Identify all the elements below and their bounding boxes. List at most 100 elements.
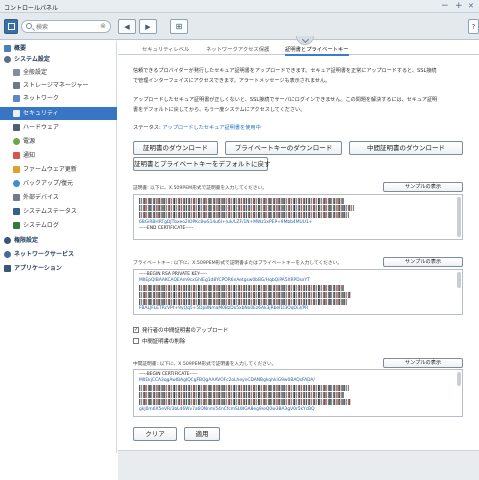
checkbox-unchecked-icon[interactable] — [133, 338, 139, 344]
storage-icon — [13, 82, 20, 89]
sidebar-item-power[interactable]: 電源 — [0, 135, 117, 148]
checkbox-checked-icon[interactable]: ✓ — [133, 327, 139, 333]
apply-button[interactable]: 適用 — [184, 427, 220, 441]
redacted-text — [139, 392, 344, 398]
tab-network-access-protection[interactable]: ネットワークアクセス保護 — [206, 45, 269, 53]
sidebar-item-label: 電源 — [23, 138, 36, 145]
sidebar-item-storage-manager[interactable]: ストレージマネージャー — [0, 79, 117, 92]
forward-button[interactable]: ▶ — [139, 19, 157, 34]
private-key-last-line: FBALJFLETRcVPt+9yQq5+5Dp8NmaM0BzDx5xbNo0… — [139, 306, 309, 311]
certificate-label: 証明書: 以下に、X.509PEM形式で証明書を入力してください。 — [133, 186, 267, 191]
download-private-key-button[interactable]: プライベートキーのダウンロード — [225, 141, 342, 155]
close-icon[interactable]: ✕ — [468, 1, 474, 12]
redacted-text — [139, 212, 349, 218]
footer-bar — [118, 450, 479, 480]
intro-text: 書をデフォルトに戻してから、もう一度システムにアクセスしてください。 — [133, 107, 306, 113]
intermediate-label: 中間証明書: 以下に、X.509PEM形式で証明書を入力してください。 — [133, 362, 277, 367]
restore-default-button[interactable]: 証明書とプライベートキーをデフォルトに戻す — [133, 157, 271, 171]
sidebar-item-general-settings[interactable]: 全般設定 — [0, 66, 117, 79]
intermediate-last-line: gkJ0m6X5eVR/3bLd6Wv7a6ONnmi54nCfcmSLWGA8… — [139, 407, 315, 412]
back-button[interactable]: ◀ — [118, 19, 136, 34]
intermediate-sample-button[interactable]: サンプルの表示 — [383, 358, 463, 368]
user-icon — [4, 237, 11, 244]
tab-certificate-private-key[interactable]: 証明書とプライベートキー — [285, 45, 349, 56]
sidebar-item-label: セキュリティ — [23, 110, 59, 117]
download-intermediate-button[interactable]: 中間証明書のダウンロード — [349, 141, 463, 155]
grid-icon — [4, 45, 11, 52]
sidebar-item-label: システムログ — [23, 222, 59, 229]
private-key-sample-button[interactable]: サンプルの表示 — [383, 257, 463, 267]
intro-text: 信頼できるプロバイダーが発行したセキュア証明書をアップロードできます。セキュア証… — [133, 68, 437, 74]
sidebar-item-label: 外部デバイス — [23, 194, 59, 201]
intermediate-first-line: MIIEkjCCA3qgAwIBAgIQCgFBQgAAAVOFc2oLheyn… — [139, 378, 315, 383]
sidebar-item-permissions[interactable]: 権限設定 — [0, 234, 117, 247]
home-button[interactable] — [4, 19, 18, 34]
scrollbar[interactable] — [457, 372, 461, 386]
redacted-text — [139, 299, 347, 305]
sidebar-item-label: 全般設定 — [23, 69, 48, 76]
sidebar-item-system-status[interactable]: システムステータス — [0, 205, 117, 218]
minimize-icon[interactable]: − — [441, 1, 449, 12]
status-label: ステータス: — [133, 125, 161, 131]
intro-text: アップロードしたセキュア証明書が正しくないと、SSL接続でサーバにログインできま… — [133, 97, 438, 103]
sidebar-bottom — [0, 453, 117, 480]
sidebar-item-label: システムステータス — [23, 208, 77, 215]
grid-icon: ⊞ — [175, 22, 183, 31]
sidebar-item-label: バックアップ/復元 — [23, 180, 74, 187]
search-box[interactable]: ⊗ — [21, 20, 111, 33]
forward-arrow-icon: ▶ — [145, 23, 151, 31]
redacted-text — [139, 385, 349, 391]
settings-icon — [13, 69, 20, 76]
private-key-first-line: MIIEpQIBAAKCAQEAm9cxGhlEg1d8YCPOR6nAetgs… — [139, 278, 310, 283]
help-button[interactable]: ? — [468, 19, 479, 34]
maximize-icon[interactable]: + — [455, 1, 463, 12]
toolbar: ⊗ ◀ ▶ ⊞ ? — [0, 13, 479, 40]
sidebar-item-system-log[interactable]: システムログ — [0, 219, 117, 232]
sidebar-item-label: ネットワーク — [23, 95, 60, 102]
hardware-icon — [13, 124, 20, 131]
gear-icon — [4, 56, 11, 63]
search-input[interactable] — [36, 22, 100, 32]
certificate-textarea[interactable]: 6BGiRBHRTgDJTbxeo2IOPKc8wS14u6I+/uk/LZF/… — [133, 194, 463, 240]
checkbox-label: 発行者の中間証明書のアップロード — [142, 328, 229, 334]
download-certificate-button[interactable]: 証明書のダウンロード — [133, 141, 218, 155]
sidebar-item-firmware-update[interactable]: ファームウェア更新 — [0, 163, 117, 176]
checkbox-label: 中間証明書の削除 — [142, 339, 186, 345]
collapse-handle-icon[interactable] — [296, 36, 314, 45]
network-icon — [13, 95, 20, 102]
system-status-icon — [13, 208, 20, 215]
private-key-label: プライベートキー: 以下に、X.509PEM形式で証明書またはプライベートキーを… — [133, 261, 342, 266]
sidebar-item-hardware[interactable]: ハードウェア — [0, 121, 117, 134]
redacted-text — [139, 198, 344, 204]
external-device-icon — [13, 194, 20, 201]
sidebar-item-notification[interactable]: 通知 — [0, 149, 117, 162]
private-key-textarea[interactable]: -----BEGIN RSA PRIVATE KEY----- MIIEpQIB… — [133, 269, 463, 315]
redacted-text — [139, 399, 351, 405]
scrollbar[interactable] — [457, 197, 461, 237]
intermediate-textarea[interactable]: -----BEGIN CERTIFICATE----- MIIEkjCCA3qg… — [133, 369, 463, 417]
clear-button[interactable]: クリア — [133, 427, 177, 441]
sidebar-item-backup-restore[interactable]: バックアップ/復元 — [0, 177, 117, 190]
certificate-end-line: -----END CERTIFICATE----- — [139, 226, 194, 231]
certificate-sample-button[interactable]: サンプルの表示 — [383, 182, 463, 192]
sidebar-item-label: ハードウェア — [23, 124, 60, 131]
sidebar-item-external-device[interactable]: 外部デバイス — [0, 191, 117, 204]
sidebar-item-label: ファームウェア更新 — [23, 166, 77, 173]
sidebar-item-label: 権限設定 — [14, 237, 39, 244]
tab-security-level[interactable]: セキュリティレベル — [142, 45, 189, 53]
scrollbar[interactable] — [457, 272, 461, 288]
backup-icon — [13, 180, 20, 187]
sidebar-item-system-settings[interactable]: システム設定 — [0, 53, 117, 66]
intro-paragraph-2: アップロードしたセキュア証明書が正しくないと、SSL接続でサーバにログインできま… — [133, 95, 469, 115]
redacted-text — [139, 292, 351, 298]
sidebar-item-network[interactable]: ネットワーク — [0, 92, 117, 105]
redacted-text — [139, 285, 344, 291]
sidebar: 概要 システム設定 全般設定 ストレージマネージャー ネットワーク セキュリティ… — [0, 41, 117, 480]
intro-text: で管理インターフェイスにアクセスできます。アラートメッセージも表示されません。 — [133, 78, 331, 84]
grid-view-button[interactable]: ⊞ — [170, 19, 188, 34]
sidebar-item-applications[interactable]: アプリケーション — [0, 262, 117, 275]
sidebar-item-network-services[interactable]: ネットワークサービス — [0, 248, 117, 261]
firmware-icon — [13, 166, 20, 173]
clear-search-icon[interactable]: ⊗ — [100, 22, 106, 30]
sidebar-item-security[interactable]: セキュリティ — [0, 107, 117, 120]
